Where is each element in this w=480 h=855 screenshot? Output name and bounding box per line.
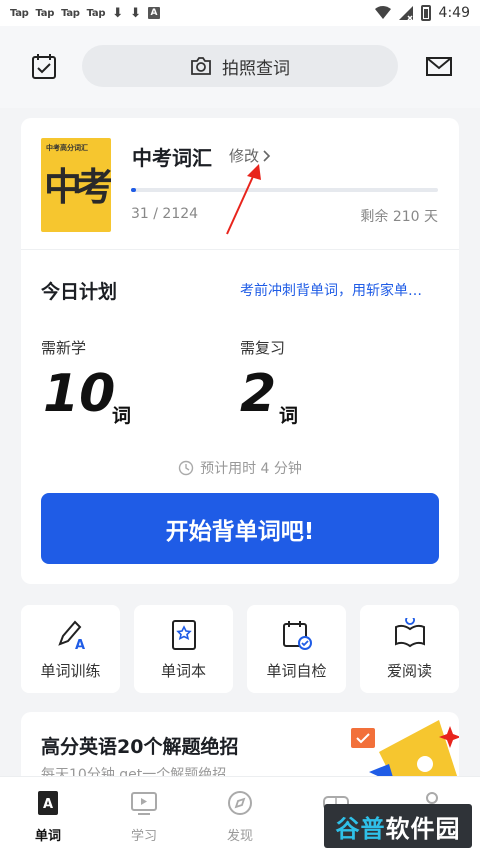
promo-title: 高分英语20个解题绝招 (41, 736, 239, 758)
calendar-check-icon (282, 621, 312, 650)
review-words-unit: 词 (279, 405, 299, 427)
new-words-label: 需新学 (41, 339, 87, 357)
book-title: 中考词汇 (132, 146, 212, 170)
open-book-icon (394, 618, 425, 648)
tap-notification-icon: Tap (10, 7, 29, 19)
svg-text:A: A (43, 797, 53, 812)
new-words-count: 10 (43, 364, 116, 424)
calendar-check-icon[interactable] (30, 52, 58, 80)
star-book-icon (171, 620, 196, 650)
divider (21, 249, 459, 250)
estimate-text: 预计用时 4 分钟 (200, 461, 302, 477)
search-label: 拍照查词 (222, 58, 290, 79)
tile-label: 单词自检 (266, 662, 327, 680)
annotation-arrow-icon (226, 164, 261, 235)
tap-notification-icon: Tap (86, 7, 106, 19)
today-plan-title: 今日计划 (41, 281, 118, 303)
signal-icon (398, 6, 413, 20)
cover-big-text: 中考 (44, 165, 111, 209)
tile-label: 爱阅读 (386, 662, 432, 680)
watermark-part2: 软件园 (385, 814, 461, 843)
battery-icon (420, 5, 431, 21)
nav-label: 单词 (34, 829, 61, 844)
tile-word-book[interactable]: 单词本 (134, 605, 233, 693)
nav-words[interactable]: A 单词 (0, 777, 96, 855)
progress-fill (131, 188, 136, 192)
cover-title: 中考高分词汇 (46, 144, 88, 152)
status-bar: Tap Tap Tap Tap ⬇ ⬇ A 4:49 (0, 0, 480, 26)
status-time: 4:49 (438, 5, 470, 21)
watermark-part1: 谷普 (335, 814, 386, 843)
tile-word-selfcheck[interactable]: 单词自检 (247, 605, 346, 693)
camera-icon (191, 57, 211, 75)
nav-discover[interactable]: 发现 (192, 777, 288, 855)
tap-notification-icon: Tap (61, 7, 80, 19)
study-plan-card: 中考高分词汇 中考 中考词汇 修改 31 / 2124 剩余 210 天 今日计… (21, 118, 459, 584)
site-watermark: 谷普 软件园 (324, 804, 472, 848)
photo-lookup-button[interactable]: 拍照查词 (82, 45, 398, 87)
start-learning-button[interactable]: 开始背单词吧! (41, 493, 439, 564)
svg-text:A: A (75, 638, 85, 652)
tile-word-training[interactable]: A 单词训练 (21, 605, 120, 693)
tile-label: 单词本 (160, 662, 206, 680)
new-words-unit: 词 (112, 405, 132, 427)
play-screen-icon (131, 792, 157, 815)
app-notification-icon: A (148, 7, 160, 19)
plan-promo-link[interactable]: 考前冲刺背单词，用斩家单… (240, 280, 422, 300)
download-icon: ⬇ (112, 5, 124, 21)
top-header: 拍照查词 (0, 26, 480, 108)
book-cover[interactable]: 中考高分词汇 中考 (41, 138, 111, 232)
mail-icon[interactable] (425, 52, 453, 80)
estimated-time: 预计用时 4 分钟 (21, 458, 459, 478)
review-words-label: 需复习 (240, 339, 286, 357)
tile-love-reading[interactable]: 爱阅读 (360, 605, 459, 693)
nav-label: 发现 (226, 829, 253, 844)
days-remaining: 剩余 210 天 (360, 209, 438, 225)
download-icon: ⬇ (130, 5, 141, 21)
tap-notification-icon: Tap (35, 7, 55, 19)
nav-label: 学习 (130, 829, 157, 844)
wifi-icon (374, 6, 391, 19)
nav-study[interactable]: 学习 (96, 777, 192, 855)
clock-icon (178, 460, 194, 476)
progress-count: 31 / 2124 (131, 206, 199, 222)
review-words-count: 2 (240, 364, 277, 424)
compass-icon (228, 791, 252, 815)
word-a-icon: A (38, 791, 58, 815)
tile-label: 单词训练 (40, 662, 101, 680)
progress-bar (131, 188, 438, 192)
chevron-right-icon (263, 149, 271, 162)
pencil-a-icon: A (57, 620, 85, 652)
